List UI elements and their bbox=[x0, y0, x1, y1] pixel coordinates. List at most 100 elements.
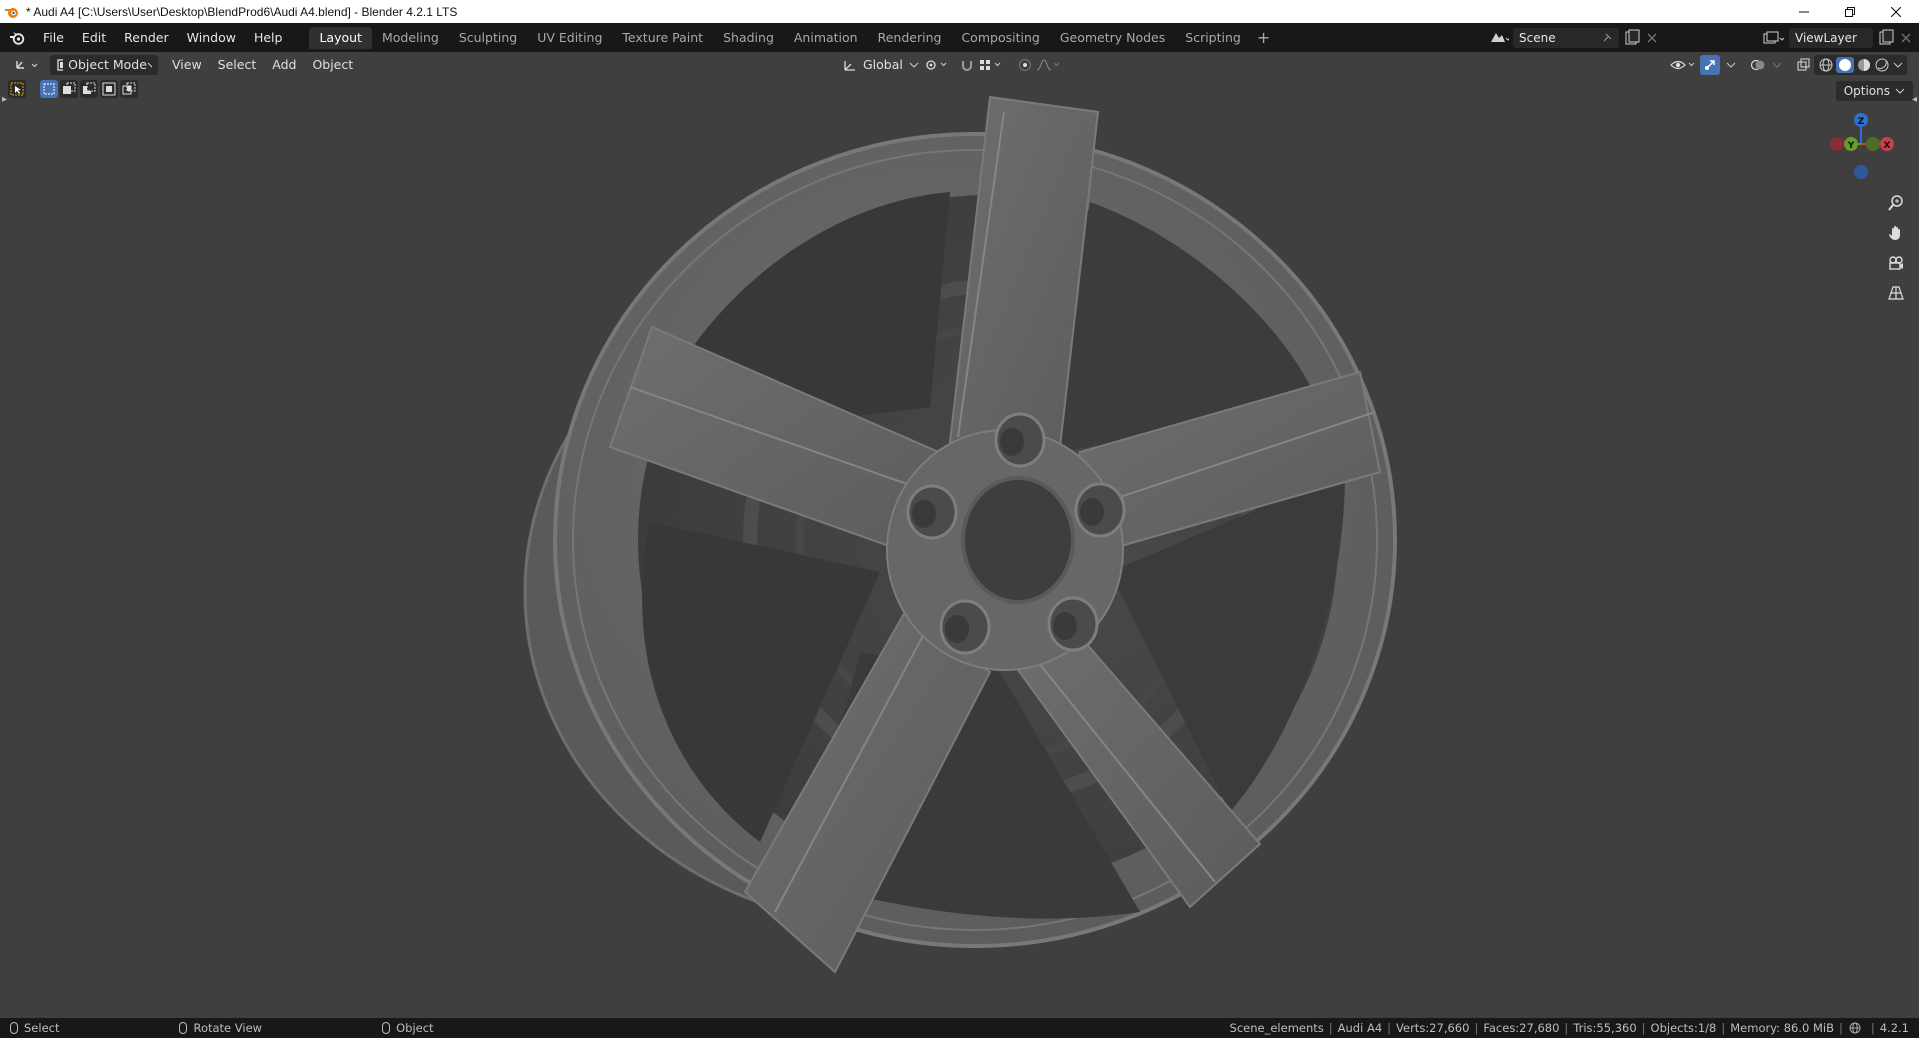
3d-viewport[interactable]: Object Mode View Select Add Object Globa… bbox=[0, 52, 1919, 1018]
eye-icon bbox=[1670, 60, 1695, 69]
tab-layout[interactable]: Layout bbox=[309, 26, 372, 49]
minimize-icon bbox=[1799, 11, 1809, 12]
wheel-model-render[interactable] bbox=[0, 52, 1919, 1018]
menu-window[interactable]: Window bbox=[178, 27, 245, 49]
status-bar: Select Rotate View Object Scene_elements… bbox=[0, 1018, 1919, 1038]
object-mode-dropdown[interactable]: Object Mode bbox=[50, 54, 158, 75]
material-preview-icon[interactable] bbox=[1856, 57, 1872, 73]
workspace-tabs: Layout Modeling Sculpting UV Editing Tex… bbox=[309, 26, 1276, 49]
restore-button[interactable] bbox=[1827, 0, 1873, 23]
select-extend-icon bbox=[63, 82, 76, 94]
tab-modeling[interactable]: Modeling bbox=[372, 27, 449, 49]
pin-icon[interactable] bbox=[1601, 32, 1613, 44]
solid-shading-icon[interactable] bbox=[1836, 56, 1854, 73]
hint-select: Select bbox=[10, 1021, 59, 1035]
sidebar-expand-arrow[interactable]: ◂ bbox=[1912, 94, 1917, 105]
new-scene-icon[interactable] bbox=[1623, 29, 1641, 47]
show-gizmo-toggle[interactable] bbox=[1700, 54, 1720, 75]
blender-menu-button[interactable] bbox=[0, 23, 34, 52]
gizmo-z-label: Z bbox=[1858, 117, 1865, 127]
gizmo-options-dropdown[interactable] bbox=[1720, 55, 1742, 75]
tab-shading[interactable]: Shading bbox=[713, 27, 784, 49]
separator: | bbox=[1328, 1021, 1333, 1035]
menu-add[interactable]: Add bbox=[264, 57, 304, 72]
add-workspace-button[interactable]: + bbox=[1251, 28, 1276, 47]
view-layer-browse-icon[interactable] bbox=[1761, 29, 1785, 47]
stat-faces: Faces:27,680 bbox=[1483, 1021, 1560, 1035]
gizmo-neg-x-icon[interactable] bbox=[1830, 137, 1844, 151]
menu-edit[interactable]: Edit bbox=[73, 27, 115, 49]
gizmo-neg-y-icon[interactable] bbox=[1866, 137, 1880, 151]
mouse-middle-icon bbox=[179, 1022, 188, 1034]
menu-select[interactable]: Select bbox=[210, 57, 265, 72]
tab-geometry-nodes[interactable]: Geometry Nodes bbox=[1050, 27, 1175, 49]
options-dropdown[interactable]: Options bbox=[1835, 81, 1913, 101]
separator: | bbox=[1474, 1021, 1479, 1035]
falloff-curve-icon bbox=[1036, 58, 1060, 70]
mode-subtract-button[interactable] bbox=[80, 80, 98, 98]
tab-uv-editing[interactable]: UV Editing bbox=[527, 27, 612, 49]
mode-intersect-button[interactable] bbox=[120, 80, 138, 98]
proportional-falloff-dropdown[interactable] bbox=[1030, 55, 1068, 75]
chevron-down-icon bbox=[1772, 62, 1782, 68]
view-layer-name-field[interactable]: ViewLayer bbox=[1789, 27, 1873, 48]
menu-view[interactable]: View bbox=[164, 57, 210, 72]
hint-select-label: Select bbox=[24, 1021, 60, 1035]
tab-texture-paint[interactable]: Texture Paint bbox=[612, 27, 713, 49]
select-subtract-icon bbox=[83, 82, 96, 94]
tab-scripting[interactable]: Scripting bbox=[1175, 27, 1251, 49]
rendered-shading-icon[interactable] bbox=[1874, 57, 1890, 73]
delete-view-layer-icon[interactable] bbox=[1899, 31, 1913, 45]
menu-render[interactable]: Render bbox=[115, 27, 178, 49]
select-box-tool[interactable] bbox=[8, 80, 26, 98]
network-icon[interactable] bbox=[1848, 1022, 1862, 1034]
perspective-toggle-button[interactable] bbox=[1883, 280, 1909, 306]
pan-view-button[interactable] bbox=[1883, 220, 1909, 246]
pivot-point-dropdown[interactable] bbox=[918, 55, 956, 75]
xray-icon bbox=[1797, 58, 1810, 70]
delete-scene-icon[interactable] bbox=[1645, 31, 1659, 45]
tab-animation[interactable]: Animation bbox=[784, 27, 868, 49]
editor-type-button[interactable] bbox=[8, 55, 46, 75]
gizmo-neg-z-icon[interactable] bbox=[1854, 165, 1868, 179]
transform-orientation-dropdown[interactable]: Global bbox=[836, 55, 925, 75]
tab-compositing[interactable]: Compositing bbox=[951, 27, 1049, 49]
selectability-visibility-dropdown[interactable] bbox=[1664, 55, 1704, 75]
mode-set-button[interactable] bbox=[40, 80, 58, 98]
xray-toggle[interactable] bbox=[1790, 55, 1816, 75]
close-window-button[interactable] bbox=[1873, 0, 1919, 23]
scene-statistics: Scene_elements | Audi A4 | Verts:27,660 … bbox=[1230, 1018, 1909, 1038]
tab-rendering[interactable]: Rendering bbox=[868, 27, 952, 49]
new-view-layer-icon[interactable] bbox=[1877, 29, 1895, 47]
transform-orientation-label: Global bbox=[863, 57, 903, 72]
mode-extend-button[interactable] bbox=[60, 80, 78, 98]
snap-target-dropdown[interactable] bbox=[972, 55, 1010, 75]
minimize-button[interactable] bbox=[1781, 0, 1827, 23]
camera-view-button[interactable] bbox=[1883, 250, 1909, 276]
zoom-view-button[interactable] bbox=[1883, 190, 1909, 216]
wireframe-shading-icon[interactable] bbox=[1818, 57, 1834, 73]
chevron-down-icon[interactable] bbox=[1893, 61, 1903, 69]
tab-sculpting[interactable]: Sculpting bbox=[449, 27, 527, 49]
chevron-down-icon bbox=[1895, 88, 1905, 94]
cursor-select-icon bbox=[10, 82, 24, 96]
menu-file[interactable]: File bbox=[34, 27, 73, 49]
overlays-options-dropdown[interactable] bbox=[1766, 55, 1788, 75]
menu-help[interactable]: Help bbox=[245, 27, 292, 49]
gizmo-y-label: Y bbox=[1847, 141, 1855, 151]
menu-object[interactable]: Object bbox=[304, 57, 361, 72]
scene-browse-icon[interactable] bbox=[1487, 29, 1509, 47]
toolbar-expand-arrow[interactable]: ▸ bbox=[2, 94, 7, 105]
scene-name-field[interactable]: Scene bbox=[1513, 27, 1619, 48]
mouse-left-icon bbox=[10, 1022, 18, 1034]
navigation-tools bbox=[1883, 190, 1909, 310]
stat-verts: Verts:27,660 bbox=[1396, 1021, 1470, 1035]
navigation-gizmo[interactable]: Z Y X bbox=[1821, 110, 1901, 190]
top-menu-bar: File Edit Render Window Help Layout Mode… bbox=[0, 23, 1919, 52]
close-icon bbox=[1891, 6, 1901, 17]
stat-version: 4.2.1 bbox=[1879, 1021, 1909, 1035]
mode-invert-button[interactable] bbox=[100, 80, 118, 98]
blender-logo-icon bbox=[10, 31, 25, 45]
window-title-bar: * Audi A4 [C:\Users\User\Desktop\BlendPr… bbox=[0, 0, 1919, 23]
orientation-global-icon bbox=[844, 60, 855, 71]
